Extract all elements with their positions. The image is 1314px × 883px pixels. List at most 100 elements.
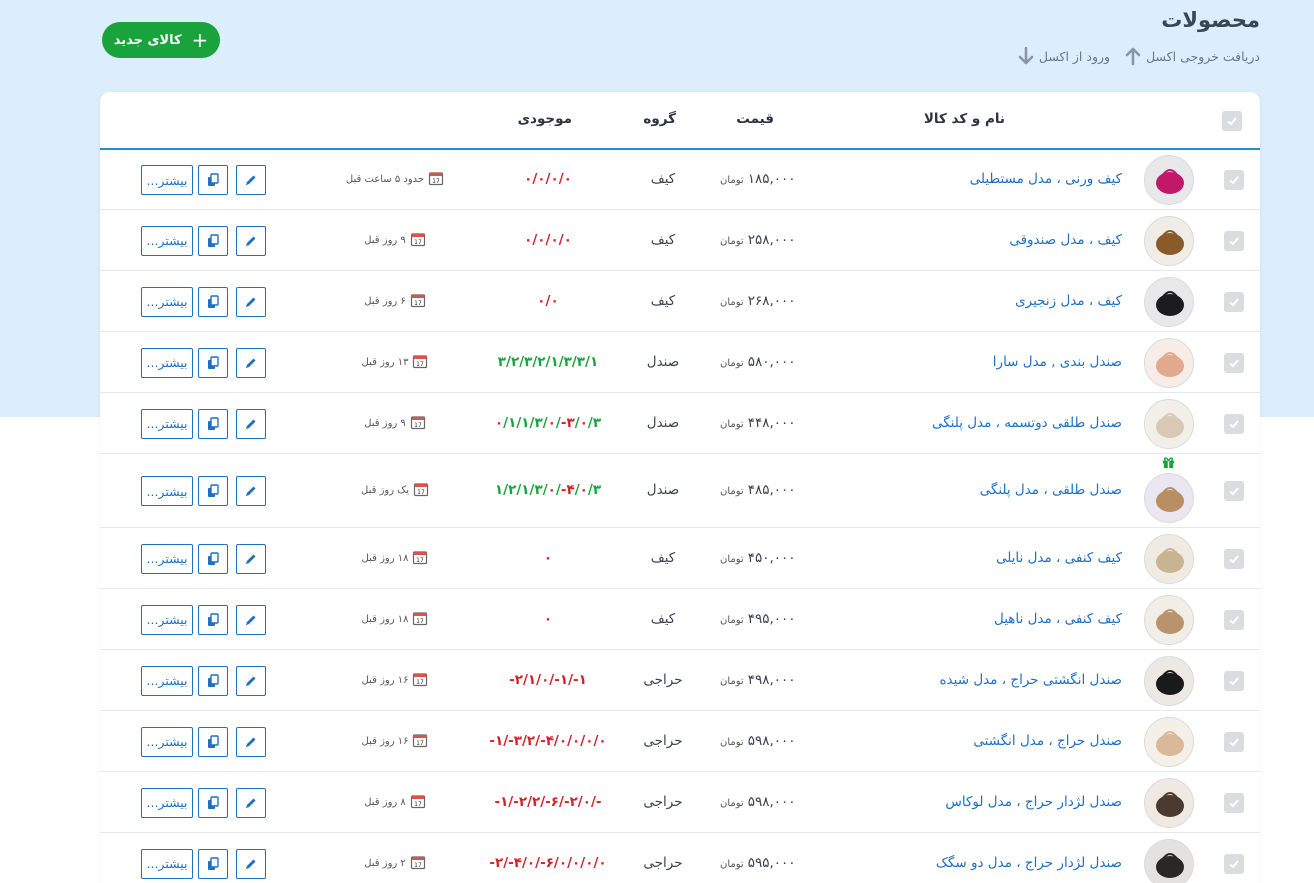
product-thumbnail[interactable]: [1144, 155, 1194, 205]
edit-button[interactable]: [236, 476, 266, 506]
copy-button[interactable]: [198, 543, 228, 574]
price-value: ۱۸۵,۰۰۰: [747, 171, 796, 187]
edit-button[interactable]: [236, 286, 266, 317]
product-thumbnail[interactable]: [1144, 838, 1194, 883]
check-icon: [1229, 297, 1239, 306]
copy-button[interactable]: [198, 604, 228, 635]
edit-button[interactable]: [236, 604, 266, 635]
edit-button[interactable]: [236, 665, 266, 696]
product-thumbnail[interactable]: [1144, 655, 1194, 706]
edit-button[interactable]: [236, 726, 266, 757]
copy-button[interactable]: [198, 848, 228, 879]
product-name-link[interactable]: صندل طلقی دوتسمه ، مدل پلنگی: [932, 415, 1122, 431]
copy-button[interactable]: [198, 225, 228, 256]
table-row[interactable]: کیف ، مدل زنجیری ۲۶۸,۰۰۰ تومان کیف ۰/۰ 17 ۶ رو…: [100, 271, 1260, 332]
product-thumbnail[interactable]: [1144, 337, 1194, 388]
more-button[interactable]: بیشتر...: [141, 604, 193, 635]
row-checkbox[interactable]: [1224, 413, 1244, 434]
more-button[interactable]: بیشتر...: [141, 225, 193, 256]
row-checkbox[interactable]: [1224, 792, 1244, 813]
table-row[interactable]: صندل لژدار حراج ، مدل لوکاس ۵۹۸,۰۰۰ تومان ح…: [100, 772, 1260, 833]
edit-button[interactable]: [236, 787, 266, 818]
more-button[interactable]: بیشتر...: [141, 476, 193, 506]
product-name-link[interactable]: کیف کنفی ، مدل نایلی: [996, 550, 1122, 566]
product-thumbnail[interactable]: [1144, 473, 1194, 523]
row-checkbox[interactable]: [1224, 291, 1244, 312]
more-button[interactable]: بیشتر...: [141, 543, 193, 574]
table-row[interactable]: کیف کنفی ، مدل نایلی ۴۵۰,۰۰۰ تومان کیف ۰ 17 ۱۸…: [100, 528, 1260, 589]
product-thumbnail[interactable]: [1144, 777, 1194, 828]
copy-button[interactable]: [198, 665, 228, 696]
copy-button[interactable]: [198, 787, 228, 818]
edit-button[interactable]: [236, 408, 266, 439]
product-name-link[interactable]: کیف ، مدل زنجیری: [1015, 293, 1122, 309]
product-image-icon: [1156, 412, 1184, 438]
more-button[interactable]: بیشتر...: [141, 726, 193, 757]
product-thumbnail[interactable]: [1144, 594, 1194, 645]
product-thumbnail[interactable]: [1144, 533, 1194, 584]
row-checkbox[interactable]: [1224, 548, 1244, 569]
product-name-link[interactable]: کیف کنفی ، مدل ناهیل: [994, 611, 1122, 627]
table-row[interactable]: صندل انگشتی حراج ، مدل شیده ۴۹۸,۰۰۰ تومان ح…: [100, 650, 1260, 711]
copy-button[interactable]: [198, 165, 228, 195]
import-excel-label: ورود از اکسل: [1038, 48, 1111, 64]
table-row[interactable]: کیف کنفی ، مدل ناهیل ۴۹۵,۰۰۰ تومان کیف ۰ 17 ۱۸…: [100, 589, 1260, 650]
product-name-link[interactable]: صندل طلقی ، مدل پلنگی: [980, 482, 1122, 498]
more-button[interactable]: بیشتر...: [141, 665, 193, 696]
more-button[interactable]: بیشتر...: [141, 347, 193, 378]
table-row[interactable]: صندل حراج ، مدل انگشتی ۵۹۸,۰۰۰ تومان حراجی -…: [100, 711, 1260, 772]
copy-icon: [208, 795, 219, 809]
new-product-label: کالای جدید: [113, 32, 182, 48]
more-button[interactable]: بیشتر...: [141, 848, 193, 879]
product-name-link[interactable]: صندل لژدار حراج ، مدل لوکاس: [945, 794, 1122, 810]
row-checkbox[interactable]: [1224, 170, 1244, 190]
product-thumbnail[interactable]: [1144, 716, 1194, 767]
product-name-link[interactable]: صندل انگشتی حراج ، مدل شیده: [939, 672, 1122, 688]
import-excel-link[interactable]: ورود از اکسل: [1017, 46, 1110, 66]
table-row[interactable]: کیف ، مدل صندوقی ۲۵۸,۰۰۰ تومان کیف ۰/۰/۰/۰ 17…: [100, 210, 1260, 271]
table-row[interactable]: صندل بندی , مدل سارا ۵۸۰,۰۰۰ تومان صندل ۳/۲/…: [100, 332, 1260, 393]
product-name-link[interactable]: کیف ورنی ، مدل مستطیلی: [970, 171, 1122, 187]
product-thumbnail[interactable]: [1144, 215, 1194, 266]
more-button[interactable]: بیشتر...: [141, 408, 193, 439]
table-row[interactable]: کیف ورنی ، مدل مستطیلی ۱۸۵,۰۰۰ تومان کیف ۰/۰…: [100, 150, 1260, 210]
product-thumbnail[interactable]: [1144, 276, 1194, 327]
pencil-icon: [246, 486, 256, 496]
edit-button[interactable]: [236, 225, 266, 256]
copy-button[interactable]: [198, 476, 228, 506]
edit-button[interactable]: [236, 848, 266, 879]
row-checkbox[interactable]: [1224, 609, 1244, 630]
table-row[interactable]: صندل لژدار حراج ، مدل دو سگک ۵۹۵,۰۰۰ تومان…: [100, 833, 1260, 883]
svg-text:17: 17: [414, 862, 422, 869]
product-name-link[interactable]: کیف ، مدل صندوقی: [1009, 232, 1122, 248]
edit-button[interactable]: [236, 165, 266, 195]
table-row[interactable]: صندل طلقی دوتسمه ، مدل پلنگی ۴۴۸,۰۰۰ تومان…: [100, 393, 1260, 454]
copy-button[interactable]: [198, 286, 228, 317]
product-name-link[interactable]: صندل لژدار حراج ، مدل دو سگک: [936, 855, 1122, 871]
copy-button[interactable]: [198, 408, 228, 439]
row-checkbox[interactable]: [1224, 853, 1244, 874]
product-name-link[interactable]: صندل بندی , مدل سارا: [993, 354, 1122, 370]
product-thumbnail[interactable]: [1144, 398, 1194, 449]
product-stock: ۰: [543, 610, 553, 627]
product-image-icon: [1156, 852, 1184, 878]
table-row[interactable]: صندل طلقی ، مدل پلنگی ۴۸۵,۰۰۰ تومان صندل ۱/۲…: [100, 454, 1260, 528]
more-button[interactable]: بیشتر...: [141, 165, 193, 195]
page-title: محصولات: [1161, 8, 1260, 32]
product-name-link[interactable]: صندل حراج ، مدل انگشتی: [973, 733, 1122, 749]
more-button[interactable]: بیشتر...: [141, 286, 193, 317]
row-checkbox[interactable]: [1224, 230, 1244, 251]
copy-button[interactable]: [198, 726, 228, 757]
export-excel-link[interactable]: دریافت خروجی اکسل: [1124, 46, 1260, 66]
copy-button[interactable]: [198, 347, 228, 378]
row-checkbox[interactable]: [1224, 481, 1244, 501]
edit-button[interactable]: [236, 543, 266, 574]
check-icon: [1229, 798, 1239, 807]
row-checkbox[interactable]: [1224, 670, 1244, 691]
edit-button[interactable]: [236, 347, 266, 378]
new-product-button[interactable]: کالای جدید +: [102, 22, 220, 58]
more-button[interactable]: بیشتر...: [141, 787, 193, 818]
row-checkbox[interactable]: [1224, 731, 1244, 752]
select-all-checkbox[interactable]: [1222, 111, 1242, 131]
row-checkbox[interactable]: [1224, 352, 1244, 373]
